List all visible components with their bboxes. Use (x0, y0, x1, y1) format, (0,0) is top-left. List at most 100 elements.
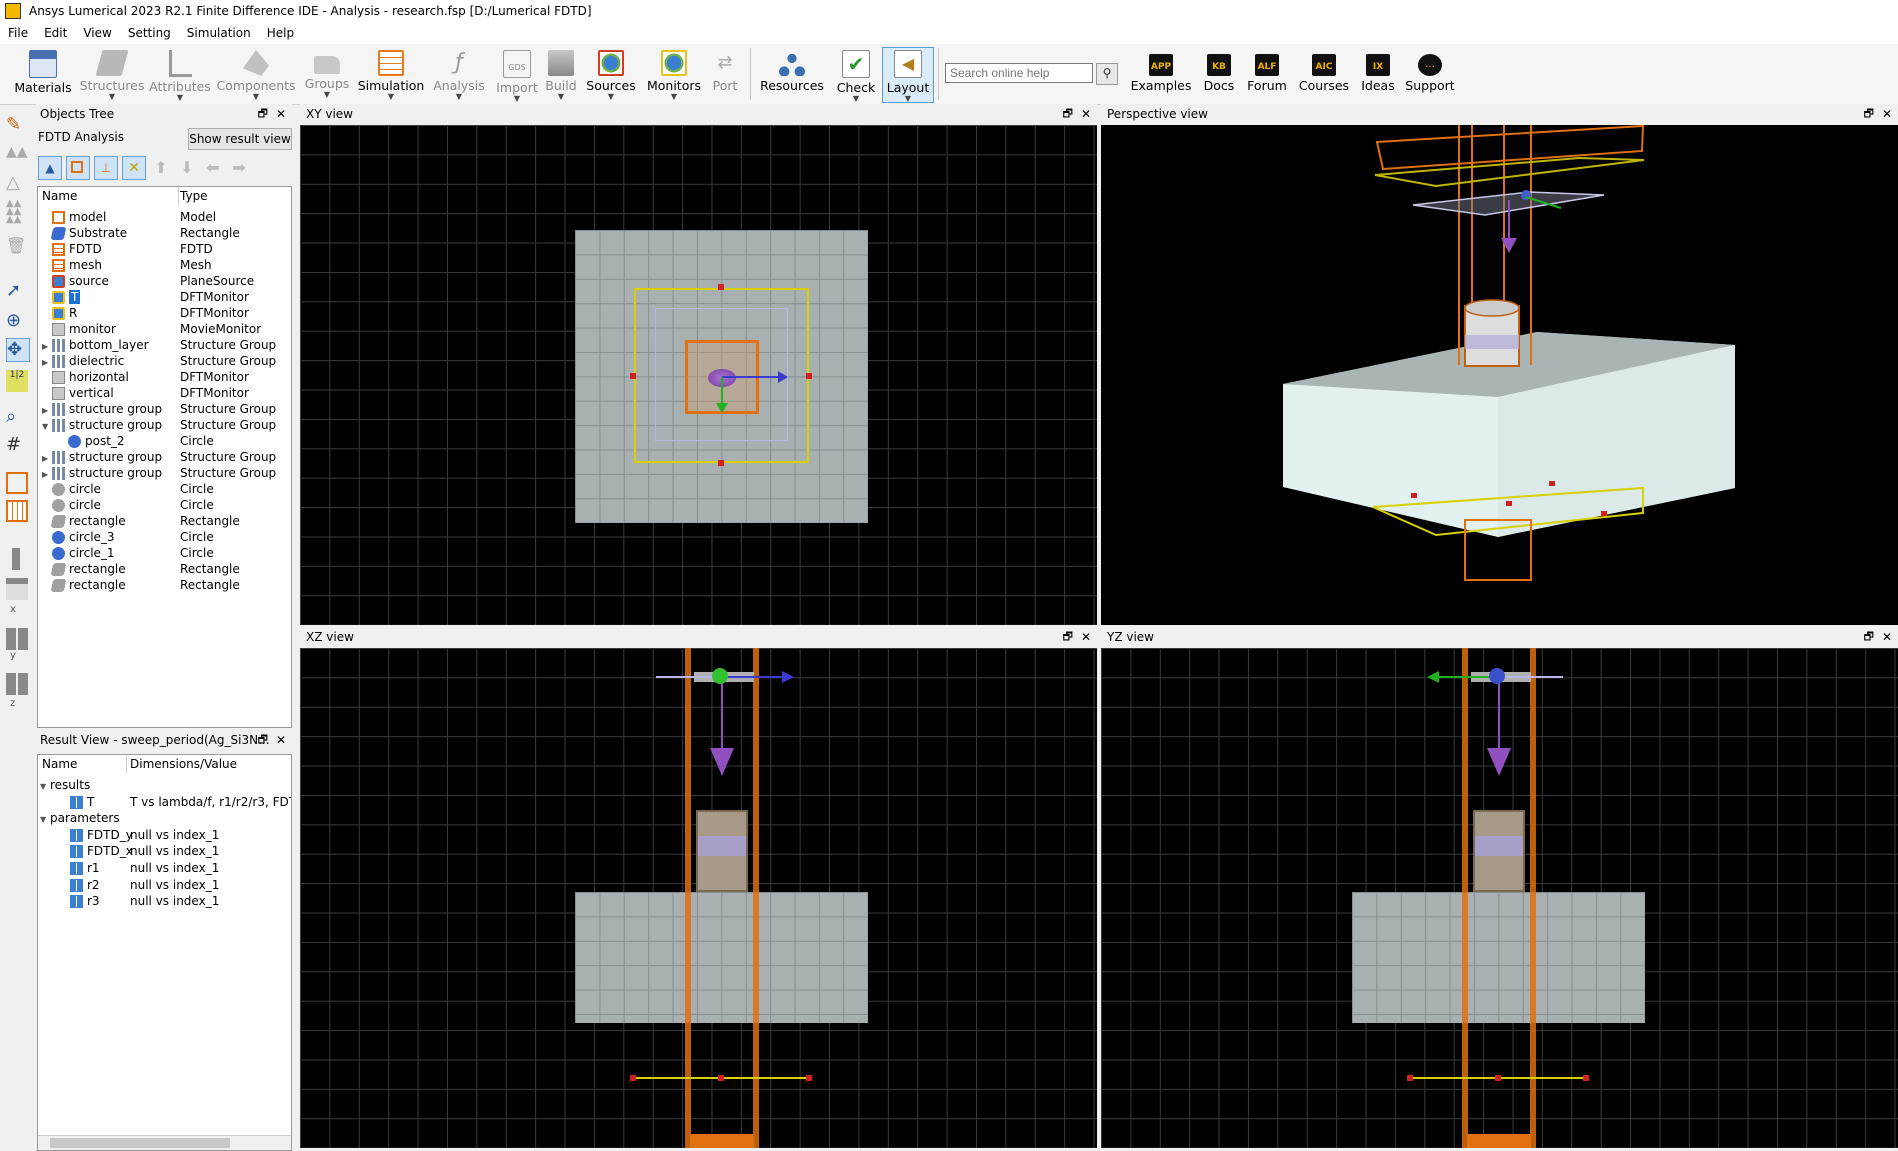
float-icon[interactable]: 🗗 (1063, 627, 1073, 647)
simulation-button[interactable]: Simulation ▼ (358, 48, 424, 102)
float-icon[interactable]: 🗗 (1864, 104, 1874, 124)
close-icon[interactable]: ✕ (276, 104, 286, 124)
tree-row[interactable]: circle_1 Circle (38, 545, 291, 561)
import-button[interactable]: GDS Import ▼ (494, 48, 540, 103)
ideas-link[interactable]: IX Ideas (1358, 48, 1398, 102)
handle-marker[interactable] (630, 373, 636, 379)
handle-marker[interactable] (1583, 1075, 1589, 1081)
forum-link[interactable]: ALF Forum (1244, 48, 1290, 102)
zoom-extent-icon[interactable]: ⌕ (6, 406, 28, 428)
axis-filter-icon[interactable]: ⊥ (94, 156, 118, 180)
close-icon[interactable]: ✕ (276, 730, 286, 750)
expanded-arrow-icon[interactable]: ▼ (40, 779, 50, 795)
result-row[interactable]: r1 null vs index_1 (38, 860, 291, 876)
menu-setting[interactable]: Setting (120, 26, 179, 40)
select-arrow-icon[interactable]: ➚ (6, 280, 28, 302)
tree-row[interactable]: rectangle Rectangle (38, 513, 291, 529)
layout-button[interactable]: ◀ Layout ▼ (882, 47, 934, 103)
arrow-right-icon[interactable]: ➡ (228, 157, 250, 179)
structures-button[interactable]: Structures ▼ (80, 48, 144, 102)
calculator-icon[interactable] (6, 500, 28, 522)
view-quad-icon[interactable] (6, 673, 28, 695)
perspective-view-canvas[interactable] (1101, 124, 1898, 625)
tree-row[interactable]: ▶ structure group Structure Group (38, 401, 291, 417)
mesh-filter-icon[interactable] (66, 156, 90, 180)
horizontal-scrollbar[interactable] (38, 1135, 291, 1150)
handle-marker[interactable] (718, 284, 724, 290)
triangle-small-icon[interactable]: ▲▲ (6, 144, 28, 166)
grid-edit-icon[interactable]: # (6, 434, 28, 456)
edit-pencil-icon[interactable]: ✎ (6, 114, 28, 136)
ruler-icon[interactable]: 1|2 (6, 370, 28, 392)
handle-marker[interactable] (718, 460, 724, 466)
tree-row[interactable]: ▼ structure group Structure Group (38, 417, 291, 433)
float-icon[interactable]: 🗗 (1864, 627, 1874, 647)
monitors-button[interactable]: Monitors ▼ (644, 48, 704, 102)
view-slice-icon[interactable] (12, 548, 20, 570)
show-result-view-button[interactable]: Show result view (188, 128, 292, 150)
menu-edit[interactable]: Edit (36, 26, 75, 40)
tree-row[interactable]: rectangle Rectangle (38, 561, 291, 577)
handle-marker[interactable] (1407, 1075, 1413, 1081)
tree-row[interactable]: circle_3 Circle (38, 529, 291, 545)
tree-row[interactable]: rectangle Rectangle (38, 577, 291, 593)
tree-row[interactable]: ▶ structure group Structure Group (38, 465, 291, 481)
tree-row[interactable]: Substrate Rectangle (38, 225, 291, 241)
resources-button[interactable]: Resources (756, 48, 828, 102)
tree-row[interactable]: monitor MovieMonitor (38, 321, 291, 337)
xy-view-canvas[interactable] (300, 125, 1097, 625)
result-row[interactable]: r3 null vs index_1 (38, 893, 291, 909)
result-row[interactable]: FDTD_y null vs index_1 (38, 827, 291, 843)
structure-view-icon[interactable]: ▲ (38, 156, 62, 180)
zoom-icon[interactable]: ⊕ (6, 310, 28, 332)
tree-row[interactable]: circle Circle (38, 497, 291, 513)
groups-button[interactable]: Groups ▼ (300, 48, 354, 102)
search-input[interactable] (945, 63, 1093, 83)
tree-row[interactable]: ▶ bottom_layer Structure Group (38, 337, 291, 353)
menu-file[interactable]: File (0, 26, 36, 40)
analysis-button[interactable]: ƒ Analysis ▼ (428, 48, 490, 102)
result-row[interactable]: ▼ results (38, 777, 291, 793)
attributes-button[interactable]: Attributes ▼ (148, 48, 212, 102)
float-icon[interactable]: 🗗 (258, 104, 268, 124)
close-icon[interactable]: ✕ (1081, 627, 1091, 647)
build-button[interactable]: Build ▼ (544, 48, 578, 102)
tree-row[interactable]: ▶ dielectric Structure Group (38, 353, 291, 369)
support-link[interactable]: … Support (1404, 48, 1456, 102)
examples-link[interactable]: APP Examples (1130, 48, 1192, 102)
result-row[interactable]: r2 null vs index_1 (38, 877, 291, 893)
search-button[interactable]: ⚲ (1096, 63, 1118, 85)
tree-row[interactable]: R DFTMonitor (38, 305, 291, 321)
tree-row[interactable]: mesh Mesh (38, 257, 291, 273)
mesh-view-icon[interactable] (6, 472, 28, 494)
menu-help[interactable]: Help (259, 26, 302, 40)
handle-marker[interactable] (806, 373, 812, 379)
view-split-vertical-icon[interactable] (6, 628, 28, 650)
courses-link[interactable]: AIC Courses (1296, 48, 1352, 102)
materials-button[interactable]: Materials (14, 48, 72, 102)
handle-marker[interactable] (806, 1075, 812, 1081)
arrow-down-icon[interactable]: ⬇ (176, 157, 198, 179)
result-row[interactable]: ▼ parameters (38, 810, 291, 826)
port-button[interactable]: ⇄ Port (708, 48, 742, 102)
handle-marker[interactable] (1495, 1075, 1501, 1081)
docs-link[interactable]: KB Docs (1198, 48, 1240, 102)
arrow-up-icon[interactable]: ⬆ (150, 157, 172, 179)
expanded-arrow-icon[interactable]: ▼ (40, 812, 50, 828)
source-filter-icon[interactable]: ✕ (122, 156, 146, 180)
tree-row[interactable]: circle Circle (38, 481, 291, 497)
tree-row[interactable]: post_2 Circle (38, 433, 291, 449)
sources-button[interactable]: Sources ▼ (584, 48, 638, 102)
trash-icon[interactable]: 🗑 (6, 236, 28, 258)
tree-row[interactable]: FDTD FDTD (38, 241, 291, 257)
close-icon[interactable]: ✕ (1882, 627, 1892, 647)
arrow-left-icon[interactable]: ⬅ (202, 157, 224, 179)
tree-row[interactable]: vertical DFTMonitor (38, 385, 291, 401)
components-button[interactable]: Components ▼ (216, 48, 296, 102)
check-button[interactable]: ✔ Check ▼ (832, 48, 880, 103)
view-split-horizontal-icon[interactable] (6, 578, 28, 600)
result-row[interactable]: FDTD_x null vs index_1 (38, 843, 291, 859)
handle-marker[interactable] (630, 1075, 636, 1081)
tree-row[interactable]: model Model (38, 209, 291, 225)
xz-view-canvas[interactable] (300, 648, 1097, 1148)
